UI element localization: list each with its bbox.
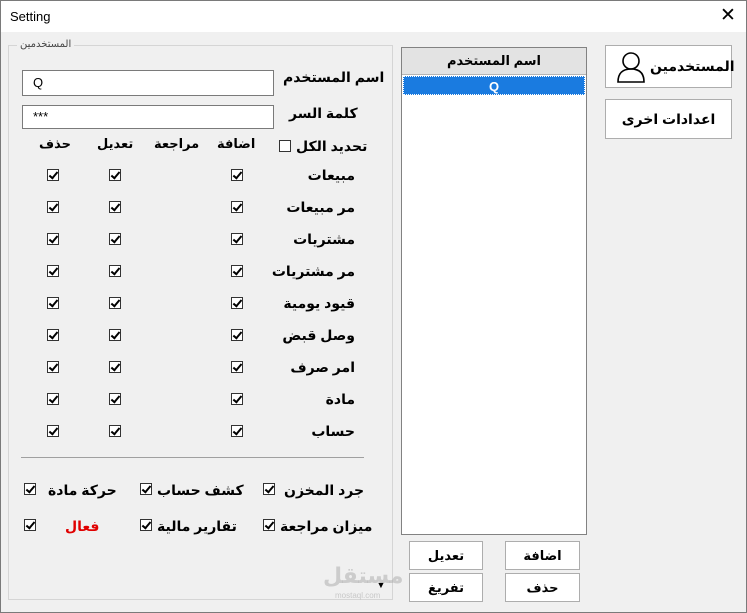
report-checkbox-item-movement[interactable]: [24, 483, 36, 495]
permission-add-checkbox[interactable]: [231, 393, 243, 405]
users-nav-label: المستخدمين: [650, 58, 735, 74]
clear-button[interactable]: تفريغ: [409, 573, 483, 602]
permission-edit-checkbox[interactable]: [109, 169, 121, 181]
password-field[interactable]: ***: [22, 105, 274, 129]
permission-delete-checkbox[interactable]: [47, 169, 59, 181]
permission-add-checkbox[interactable]: [231, 201, 243, 213]
close-icon[interactable]: ✕: [713, 4, 743, 28]
permission-row-label: امر صرف: [290, 359, 355, 375]
permission-delete-checkbox[interactable]: [47, 265, 59, 277]
permission-delete-checkbox[interactable]: [47, 425, 59, 437]
permission-edit-checkbox[interactable]: [109, 233, 121, 245]
permission-add-checkbox[interactable]: [231, 169, 243, 181]
permission-delete-checkbox[interactable]: [47, 393, 59, 405]
permission-row-label: قيود يومية: [283, 295, 355, 311]
users-frame-caption: المستخدمين: [17, 39, 75, 50]
permission-edit-checkbox[interactable]: [109, 425, 121, 437]
permission-row-label: وصل قبض: [282, 327, 355, 343]
permission-delete-checkbox[interactable]: [47, 233, 59, 245]
permission-edit-checkbox[interactable]: [109, 297, 121, 309]
permission-add-checkbox[interactable]: [231, 233, 243, 245]
col-header-delete: حذف: [39, 136, 71, 151]
settings-window: Setting ✕ المستخدمين اسم المستخدم Q كلمة…: [0, 0, 747, 613]
report-label-trial-balance: ميزان مراجعة: [280, 518, 373, 534]
title-bar: Setting ✕: [1, 1, 746, 32]
select-all-checkbox[interactable]: [279, 140, 291, 152]
password-label: كلمة السر: [289, 105, 358, 121]
permission-row-label: مر مبيعات: [286, 199, 355, 215]
users-list-item[interactable]: Q: [403, 76, 585, 95]
permission-add-checkbox[interactable]: [231, 425, 243, 437]
select-all-label: تحديد الكل: [296, 138, 368, 154]
watermark-logo: مستقل: [323, 563, 404, 588]
report-label-stock-count: جرد المخزن: [284, 482, 365, 498]
users-list[interactable]: اسم المستخدم Q: [401, 47, 587, 535]
report-checkbox-financial-reports[interactable]: [140, 519, 152, 531]
permission-add-checkbox[interactable]: [231, 297, 243, 309]
username-field[interactable]: Q: [22, 70, 274, 96]
permission-row-label: مشتريات: [293, 231, 355, 247]
report-label-financial-reports: تقارير مالية: [157, 518, 237, 534]
permission-edit-checkbox[interactable]: [109, 393, 121, 405]
users-nav-button[interactable]: المستخدمين: [605, 45, 735, 88]
report-label-account-statement: كشف حساب: [157, 482, 244, 498]
report-checkbox-account-statement[interactable]: [140, 483, 152, 495]
user-icon: [617, 52, 645, 83]
permission-delete-checkbox[interactable]: [47, 297, 59, 309]
col-header-edit: تعديل: [97, 136, 134, 151]
permission-add-checkbox[interactable]: [231, 361, 243, 373]
window-title: Setting: [10, 9, 51, 24]
permission-row-label: مادة: [325, 391, 355, 407]
report-checkbox-stock-count[interactable]: [263, 483, 275, 495]
col-header-review: مراجعة: [154, 136, 200, 151]
report-checkbox-trial-balance[interactable]: [263, 519, 275, 531]
users-list-header: اسم المستخدم: [402, 48, 586, 75]
permission-add-checkbox[interactable]: [231, 265, 243, 277]
permission-row-label: مبيعات: [307, 167, 355, 183]
permission-edit-checkbox[interactable]: [109, 201, 121, 213]
permission-edit-checkbox[interactable]: [109, 329, 121, 341]
permission-row-label: حساب: [311, 423, 355, 439]
edit-button[interactable]: تعديل: [409, 541, 483, 570]
permission-add-checkbox[interactable]: [231, 329, 243, 341]
active-checkbox[interactable]: [24, 519, 36, 531]
report-label-item-movement: حركة مادة: [48, 482, 117, 498]
watermark-domain: mostaql.com: [335, 591, 381, 600]
active-label: فعال: [65, 518, 100, 534]
permission-edit-checkbox[interactable]: [109, 265, 121, 277]
permission-row-label: مر مشتريات: [271, 263, 355, 279]
col-header-add: اضافة: [217, 136, 256, 151]
delete-button[interactable]: حذف: [505, 573, 580, 602]
permission-delete-checkbox[interactable]: [47, 201, 59, 213]
other-settings-button[interactable]: اعدادات اخرى: [605, 99, 732, 139]
username-label: اسم المستخدم: [283, 69, 385, 85]
permission-delete-checkbox[interactable]: [47, 329, 59, 341]
add-button[interactable]: اضافة: [505, 541, 580, 570]
section-divider: [21, 457, 364, 458]
permission-delete-checkbox[interactable]: [47, 361, 59, 373]
permission-edit-checkbox[interactable]: [109, 361, 121, 373]
